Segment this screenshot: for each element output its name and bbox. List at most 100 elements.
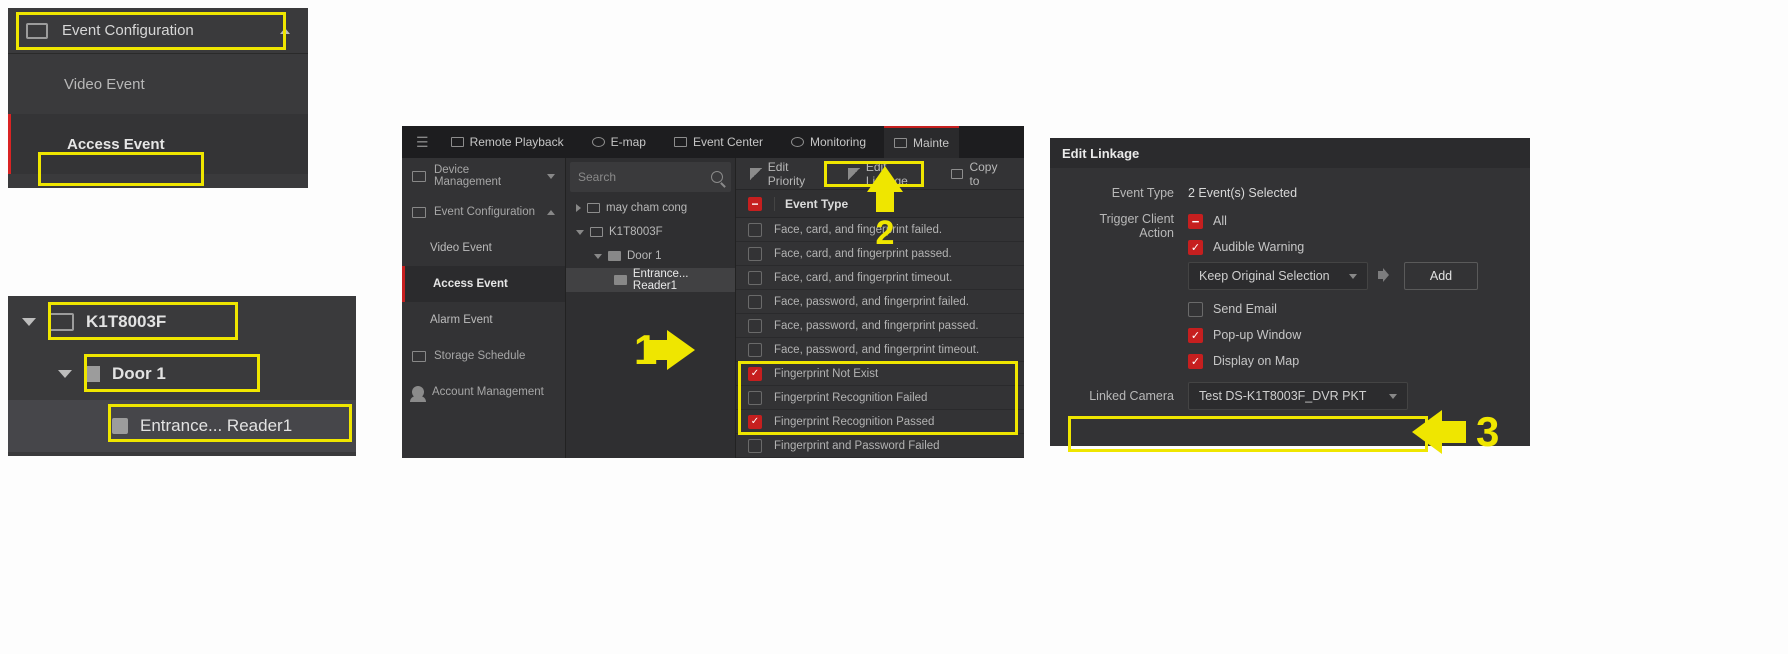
arrow-left-icon	[1412, 410, 1442, 454]
event-type-label: Event Type	[1068, 182, 1188, 200]
chevron-right-icon	[576, 204, 581, 212]
device-tree-snippet: K1T8003F Door 1 Entrance... Reader1	[8, 296, 356, 456]
action-all[interactable]: −All	[1188, 208, 1512, 234]
tab-remote-playback[interactable]: Remote Playback	[441, 126, 574, 158]
nav-event-configuration[interactable]: Event Configuration	[402, 194, 565, 230]
edit-priority-button[interactable]: Edit Priority	[742, 161, 836, 187]
menu-icon[interactable]: ☰	[412, 134, 433, 151]
linked-camera-label: Linked Camera	[1068, 389, 1188, 403]
arrow-stem	[1442, 421, 1466, 443]
checkbox[interactable]	[748, 247, 762, 261]
highlight-box	[1068, 416, 1428, 452]
nav-alarm-event[interactable]: Alarm Event	[402, 302, 565, 338]
event-label: Face, card, and fingerprint timeout.	[774, 272, 952, 284]
checkbox[interactable]: ✓	[1188, 328, 1203, 343]
column-event-type: Event Type	[774, 197, 848, 211]
event-center-window: ☰ Remote Playback E-map Event Center Mon…	[402, 126, 1024, 458]
search-input[interactable]: Search	[570, 162, 731, 192]
edit-linkage-dialog: Edit Linkage Event Type 2 Event(s) Selec…	[1050, 138, 1530, 446]
reader-icon	[614, 275, 627, 285]
tree-node[interactable]: K1T8003F	[566, 220, 735, 244]
checkbox[interactable]	[1188, 302, 1203, 317]
nav-storage-schedule[interactable]: Storage Schedule	[402, 338, 565, 374]
tab-monitoring[interactable]: Monitoring	[781, 126, 876, 158]
monitoring-icon	[791, 137, 804, 147]
callout-number: 2	[876, 214, 895, 253]
sidebar-header-event-configuration[interactable]: Event Configuration	[8, 8, 308, 54]
chevron-down-icon	[576, 230, 584, 235]
checkbox[interactable]: ✓	[748, 415, 762, 429]
linked-camera-select[interactable]: Test DS-K1T8003F_DVR PKT	[1188, 382, 1408, 410]
event-row[interactable]: Face, password, and fingerprint failed.	[736, 290, 1024, 314]
checkbox[interactable]: ✓	[1188, 240, 1203, 255]
event-label: Face, card, and fingerprint failed.	[774, 224, 942, 236]
door-icon	[608, 251, 621, 261]
action-display-on-map[interactable]: ✓Display on Map	[1188, 348, 1512, 374]
copy-icon	[951, 169, 964, 179]
tree-node[interactable]: Door 1	[566, 244, 735, 268]
action-send-email[interactable]: Send Email	[1188, 296, 1512, 322]
reader-label: Entrance... Reader1	[140, 416, 292, 436]
playback-icon	[451, 137, 464, 147]
nav-video-event[interactable]: Video Event	[402, 230, 565, 266]
device-icon	[412, 171, 426, 182]
event-config-sidebar-snippet: Event Configuration Video Event Access E…	[8, 8, 308, 188]
event-row[interactable]: Face, card, and fingerprint timeout.	[736, 266, 1024, 290]
sidebar-item-video-event[interactable]: Video Event	[8, 54, 308, 114]
tree-node-device[interactable]: K1T8003F	[8, 296, 356, 348]
checkbox[interactable]	[748, 271, 762, 285]
checkbox[interactable]	[748, 319, 762, 333]
chevron-down-icon	[1349, 274, 1357, 279]
caret-down-icon	[58, 370, 72, 378]
tab-event-center[interactable]: Event Center	[664, 126, 773, 158]
checkbox[interactable]: ✓	[1188, 354, 1203, 369]
access-event-label: Access Event	[67, 136, 165, 153]
tab-maintenance[interactable]: Mainte	[884, 126, 959, 158]
checkbox[interactable]	[748, 343, 762, 357]
edit-icon	[848, 168, 860, 180]
event-label: Face, password, and fingerprint passed.	[774, 320, 979, 332]
door-label: Door 1	[112, 364, 166, 384]
sidebar-item-access-event[interactable]: Access Event	[8, 114, 308, 174]
select-all-checkbox[interactable]: −	[748, 197, 762, 211]
event-row[interactable]: Face, password, and fingerprint timeout.	[736, 338, 1024, 362]
event-label: Fingerprint and Password Failed	[774, 440, 940, 452]
nav-access-event[interactable]: Access Event	[402, 266, 565, 302]
storage-icon	[412, 351, 426, 362]
emap-icon	[592, 137, 605, 147]
audio-select[interactable]: Keep Original Selection	[1188, 262, 1368, 290]
device-icon	[48, 313, 74, 331]
event-row[interactable]: ✓Fingerprint Recognition Passed	[736, 410, 1024, 434]
action-popup-window[interactable]: ✓Pop-up Window	[1188, 322, 1512, 348]
checkbox-partial[interactable]: −	[1188, 214, 1203, 229]
tree-node[interactable]: may cham cong	[566, 196, 735, 220]
device-icon	[587, 203, 600, 213]
add-button[interactable]: Add	[1404, 262, 1478, 290]
event-label: Face, password, and fingerprint timeout.	[774, 344, 979, 356]
tree-node-reader[interactable]: Entrance... Reader1	[8, 400, 356, 452]
left-nav: Device Management Event Configuration Vi…	[402, 158, 566, 458]
event-row[interactable]: Fingerprint Recognition Failed	[736, 386, 1024, 410]
action-audible-warning[interactable]: ✓Audible Warning	[1188, 234, 1512, 260]
event-label: Fingerprint Recognition Failed	[774, 392, 927, 404]
nav-account-management[interactable]: Account Management	[402, 374, 565, 410]
checkbox[interactable]	[748, 439, 762, 453]
top-tabbar: ☰ Remote Playback E-map Event Center Mon…	[402, 126, 1024, 158]
callout-arrow-1: 1	[634, 326, 695, 374]
nav-device-management[interactable]: Device Management	[402, 158, 565, 194]
tree-node-selected[interactable]: Entrance... Reader1	[566, 268, 735, 292]
copy-to-button[interactable]: Copy to	[943, 161, 1018, 187]
checkbox[interactable]: ✓	[748, 367, 762, 381]
speaker-icon[interactable]	[1378, 268, 1394, 284]
event-row[interactable]: Face, password, and fingerprint passed.	[736, 314, 1024, 338]
trigger-action-label: Trigger Client Action	[1068, 208, 1188, 374]
tab-emap[interactable]: E-map	[582, 126, 656, 158]
tree-node-door[interactable]: Door 1	[8, 348, 356, 400]
checkbox[interactable]	[748, 295, 762, 309]
event-row[interactable]: Fingerprint and Password Failed	[736, 434, 1024, 458]
event-row[interactable]: ✓Fingerprint Not Exist	[736, 362, 1024, 386]
caret-down-icon	[22, 318, 36, 326]
checkbox[interactable]	[748, 223, 762, 237]
search-icon	[711, 171, 723, 183]
checkbox[interactable]	[748, 391, 762, 405]
